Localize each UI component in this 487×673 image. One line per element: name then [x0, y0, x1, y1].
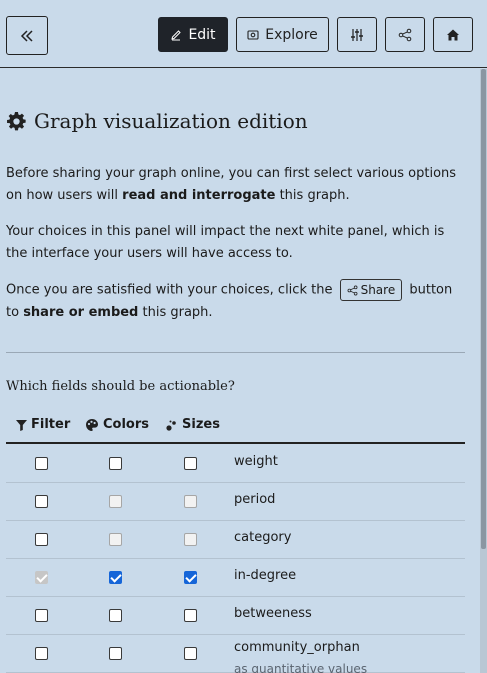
colors-checkbox[interactable] — [109, 571, 122, 584]
intro-3-bold: share or embed — [23, 304, 139, 320]
intro-paragraph-2: Your choices in this panel will impact t… — [6, 224, 445, 261]
field-row: category — [6, 521, 465, 559]
intro-3-tail: this graph. — [138, 304, 213, 320]
intro-paragraph-3: Once you are satisfied with your choices… — [6, 279, 466, 324]
preview-icon — [247, 29, 259, 40]
inline-share-label: Share — [360, 283, 396, 297]
colors-checkbox[interactable] — [109, 609, 122, 622]
sizes-checkbox — [184, 495, 197, 508]
inline-share-button[interactable]: Share — [339, 279, 403, 301]
field-name: weight — [234, 454, 278, 469]
share-icon — [398, 28, 412, 41]
top-toolbar: Edit Explore — [0, 0, 487, 68]
field-row: weight — [6, 445, 465, 483]
edit-button[interactable]: Edit — [158, 17, 228, 52]
sizes-checkbox[interactable] — [184, 609, 197, 622]
colors-checkbox — [109, 495, 122, 508]
field-name: category — [234, 530, 292, 545]
filter-column-label: Filter — [31, 417, 71, 432]
explore-button[interactable]: Explore — [236, 17, 329, 52]
intro-paragraph-1: Before sharing your graph online, you ca… — [6, 163, 466, 207]
circles-size-icon — [166, 420, 176, 431]
sizes-checkbox — [184, 533, 197, 546]
filter-checkbox[interactable] — [35, 457, 48, 470]
double-chevron-left-icon — [20, 29, 33, 42]
funnel-icon — [16, 419, 27, 431]
field-name: period — [234, 492, 276, 507]
pencil-icon — [171, 29, 182, 40]
explore-button-label: Explore — [265, 26, 318, 43]
field-name: in-degree — [234, 568, 297, 583]
share-icon — [347, 285, 358, 295]
fields-table-header: Filter Colors Sizes — [6, 409, 465, 444]
field-row: in-degree — [6, 559, 465, 597]
filter-checkbox[interactable] — [35, 533, 48, 546]
sliders-icon — [351, 28, 363, 41]
gear-icon — [7, 111, 26, 130]
sizes-column-label: Sizes — [182, 417, 220, 432]
share-button[interactable] — [385, 17, 425, 52]
fields-question: Which fields should be actionable? — [6, 379, 235, 394]
field-row: betweeness — [6, 597, 465, 635]
filter-checkbox[interactable] — [35, 647, 48, 660]
colors-column-label: Colors — [103, 417, 150, 432]
home-icon — [447, 29, 459, 40]
panel-title-text: Graph visualization edition — [34, 109, 308, 133]
collapse-panel-button[interactable] — [6, 16, 48, 55]
intro-1-tail: this graph. — [275, 188, 350, 203]
field-name: betweeness — [234, 606, 312, 621]
colors-checkbox[interactable] — [109, 647, 122, 660]
filter-checkbox[interactable] — [35, 609, 48, 622]
intro-1-bold: read and interrogate — [122, 188, 276, 203]
scrollbar-thumb[interactable] — [481, 69, 486, 549]
filter-checkbox — [35, 571, 48, 584]
colors-checkbox — [109, 533, 122, 546]
divider — [6, 352, 465, 353]
sizes-checkbox[interactable] — [184, 647, 197, 660]
filter-column-header: Filter — [16, 417, 70, 432]
settings-button[interactable] — [337, 17, 377, 52]
colors-column-header: Colors — [85, 417, 149, 432]
field-row: period — [6, 483, 465, 521]
edit-button-label: Edit — [188, 26, 216, 43]
intro-3-text: Once you are satisfied with your choices… — [6, 282, 337, 298]
panel-title: Graph visualization edition — [6, 109, 308, 133]
home-button[interactable] — [433, 17, 473, 52]
sizes-column-header: Sizes — [166, 417, 220, 432]
sizes-checkbox[interactable] — [184, 571, 197, 584]
sizes-checkbox[interactable] — [184, 457, 197, 470]
filter-checkbox[interactable] — [35, 495, 48, 508]
field-row: community_orphanas quantitative values — [6, 635, 465, 673]
colors-checkbox[interactable] — [109, 457, 122, 470]
field-subtitle: as quantitative values — [234, 662, 368, 673]
palette-icon — [86, 418, 98, 431]
field-name: community_orphan — [234, 640, 360, 655]
panel-scrollbar[interactable] — [480, 69, 487, 673]
